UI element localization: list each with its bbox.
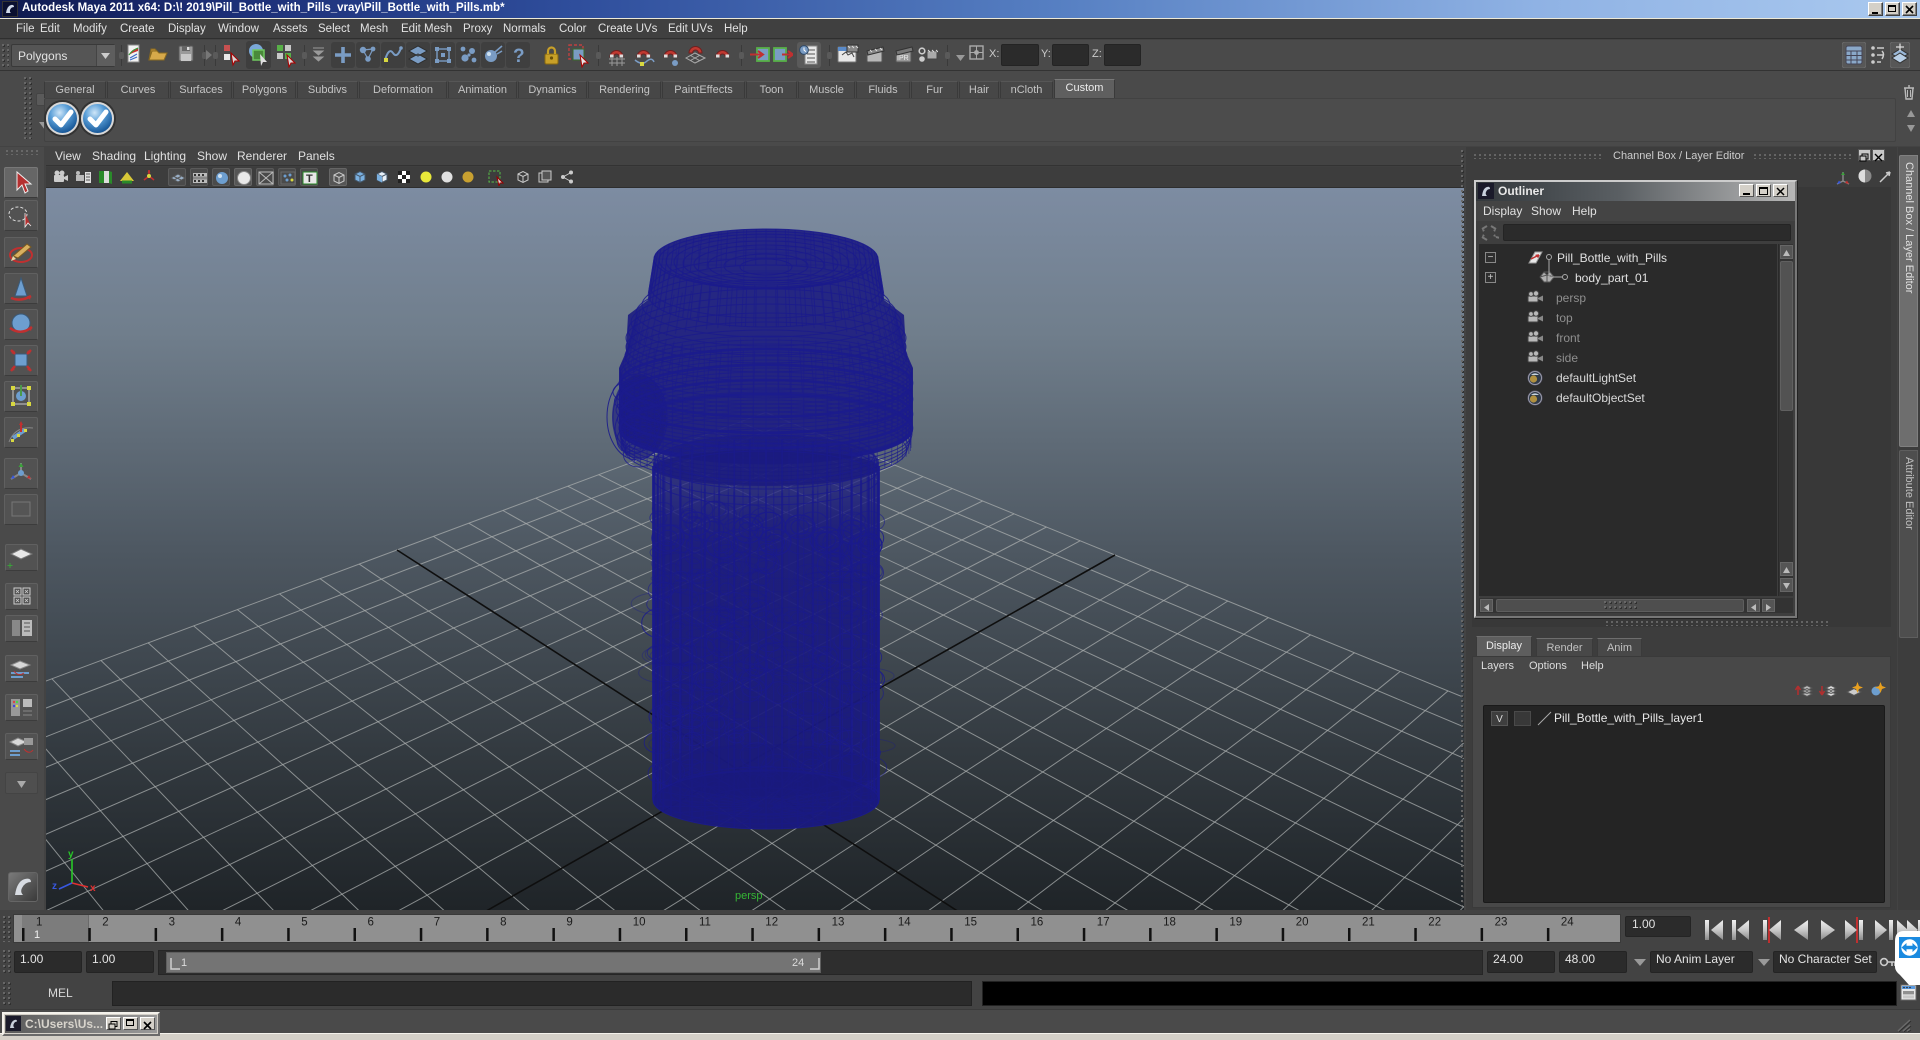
svg-text:9: 9 xyxy=(566,917,572,929)
svg-text:20: 20 xyxy=(1296,917,1309,929)
svg-text:5: 5 xyxy=(301,917,307,929)
svg-text:18: 18 xyxy=(1163,917,1176,929)
svg-text:persp: persp xyxy=(735,890,763,902)
svg-text:z: z xyxy=(52,881,57,892)
svg-text:24: 24 xyxy=(1561,917,1574,929)
svg-text:10: 10 xyxy=(633,917,646,929)
svg-text:16: 16 xyxy=(1031,917,1044,929)
svg-text:12: 12 xyxy=(765,917,778,929)
svg-text:IPR: IPR xyxy=(897,55,909,62)
svg-text:15: 15 xyxy=(964,917,977,929)
svg-text:23: 23 xyxy=(1495,917,1508,929)
svg-text:6: 6 xyxy=(368,917,374,929)
svg-text:19: 19 xyxy=(1229,917,1242,929)
svg-text:?: ? xyxy=(513,46,525,67)
svg-text:8: 8 xyxy=(500,917,506,929)
svg-text:y: y xyxy=(68,849,74,860)
svg-text:x: x xyxy=(90,883,96,894)
svg-text:13: 13 xyxy=(832,917,845,929)
svg-text:11: 11 xyxy=(699,917,711,929)
svg-text:1: 1 xyxy=(36,917,42,929)
svg-text:14: 14 xyxy=(898,917,911,929)
svg-text:3: 3 xyxy=(169,917,175,929)
svg-text:17: 17 xyxy=(1097,917,1110,929)
svg-text:4: 4 xyxy=(235,917,242,929)
svg-text:7: 7 xyxy=(434,917,440,929)
svg-text:2: 2 xyxy=(102,917,108,929)
svg-text:22: 22 xyxy=(1428,917,1441,929)
svg-text:21: 21 xyxy=(1362,917,1375,929)
